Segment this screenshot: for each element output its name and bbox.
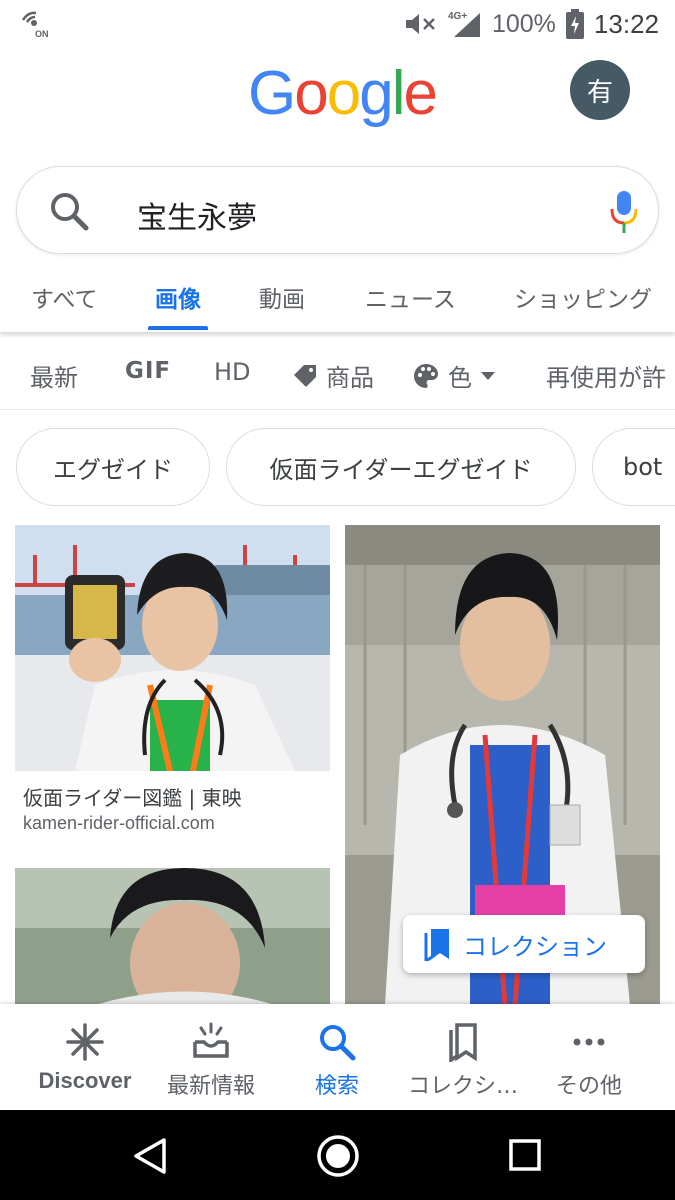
- filter-bar: 最新 GIF HD 商品 色 再使用が許: [0, 340, 675, 410]
- more-icon: [573, 1038, 605, 1046]
- nav-collections-label: コレクシ…: [407, 1074, 518, 1099]
- filter-products[interactable]: 商品: [292, 358, 374, 393]
- filter-gif[interactable]: GIF: [125, 358, 171, 384]
- svg-text:ON: ON: [35, 29, 49, 38]
- search-input[interactable]: 宝生永夢: [137, 193, 257, 237]
- filter-hd[interactable]: HD: [214, 358, 251, 386]
- home-icon[interactable]: [316, 1134, 360, 1178]
- tab-videos[interactable]: 動画: [259, 280, 305, 314]
- image-result-3[interactable]: [15, 868, 330, 1005]
- chip-exaid[interactable]: エグゼイド: [16, 428, 210, 506]
- filter-color[interactable]: 色: [412, 358, 496, 393]
- nav-search[interactable]: 検索: [272, 1022, 402, 1100]
- caret-down-icon: [481, 371, 495, 380]
- system-nav-bar: [0, 1110, 675, 1200]
- tab-all[interactable]: すべて: [31, 280, 97, 314]
- nav-updates-label: 最新情報: [166, 1074, 255, 1099]
- bottom-nav: Discover 最新情報 検索 コレクシ… その他: [0, 1004, 675, 1110]
- status-bar: ON 4G+ 100% 13:22: [0, 0, 675, 48]
- chip-bot[interactable]: bot: [592, 428, 675, 506]
- nav-discover[interactable]: Discover: [20, 1022, 150, 1094]
- vibrate-on-icon: ON: [21, 11, 49, 38]
- tab-news[interactable]: ニュース: [365, 280, 456, 314]
- nav-search-label: 検索: [314, 1074, 359, 1099]
- tab-shopping[interactable]: ショッピング: [514, 280, 652, 314]
- image-result-1[interactable]: [15, 525, 330, 771]
- filter-latest[interactable]: 最新: [30, 358, 78, 393]
- collection-button-label: コレクション: [463, 932, 607, 961]
- search-icon[interactable]: [47, 189, 91, 233]
- filter-color-label: 色: [448, 364, 472, 392]
- updates-icon: [193, 1022, 229, 1058]
- filter-products-label: 商品: [326, 364, 374, 392]
- collections-icon: [449, 1023, 477, 1062]
- tab-images[interactable]: 画像: [155, 280, 201, 314]
- nav-discover-label: Discover: [38, 1068, 132, 1093]
- nav-updates[interactable]: 最新情報: [146, 1022, 276, 1100]
- result-domain[interactable]: kamen-rider-official.com: [23, 813, 215, 834]
- avatar-letter: 有: [586, 77, 613, 108]
- result-photo: [15, 868, 330, 1005]
- mute-icon: [405, 14, 435, 34]
- google-logo[interactable]: Google: [248, 58, 438, 129]
- avatar[interactable]: 有: [570, 60, 630, 120]
- battery-charging-icon: [565, 9, 584, 39]
- tag-icon: [294, 364, 316, 387]
- search-tabs: すべて 画像 動画 ニュース ショッピング: [0, 270, 675, 332]
- nav-more-label: その他: [555, 1074, 622, 1099]
- asterisk-icon: [66, 1023, 104, 1061]
- battery-percent: 100%: [491, 9, 556, 38]
- chip-kamen-rider-exaid[interactable]: 仮面ライダーエグゼイド: [226, 428, 576, 506]
- add-to-collection-button[interactable]: コレクション: [403, 915, 645, 973]
- result-caption[interactable]: 仮面ライダー図鑑 | 東映: [23, 782, 242, 811]
- back-icon[interactable]: [132, 1137, 168, 1175]
- clock: 13:22: [593, 8, 659, 39]
- active-tab-indicator: [148, 326, 208, 330]
- related-chips: エグゼイド 仮面ライダーエグゼイド bot: [0, 428, 675, 508]
- svg-text:4G+: 4G+: [448, 11, 467, 22]
- result-photo: [15, 525, 330, 771]
- mic-icon[interactable]: [609, 189, 639, 235]
- nav-more[interactable]: その他: [524, 1022, 654, 1100]
- bookmark-icon: [424, 929, 449, 961]
- filter-reuse[interactable]: 再使用が許: [546, 358, 666, 393]
- palette-icon: [414, 363, 438, 388]
- recents-icon[interactable]: [508, 1138, 542, 1172]
- search-icon: [320, 1025, 356, 1061]
- nav-collections[interactable]: コレクシ…: [398, 1022, 528, 1100]
- signal-icon: 4G+: [448, 11, 480, 37]
- search-box[interactable]: 宝生永夢: [16, 166, 659, 254]
